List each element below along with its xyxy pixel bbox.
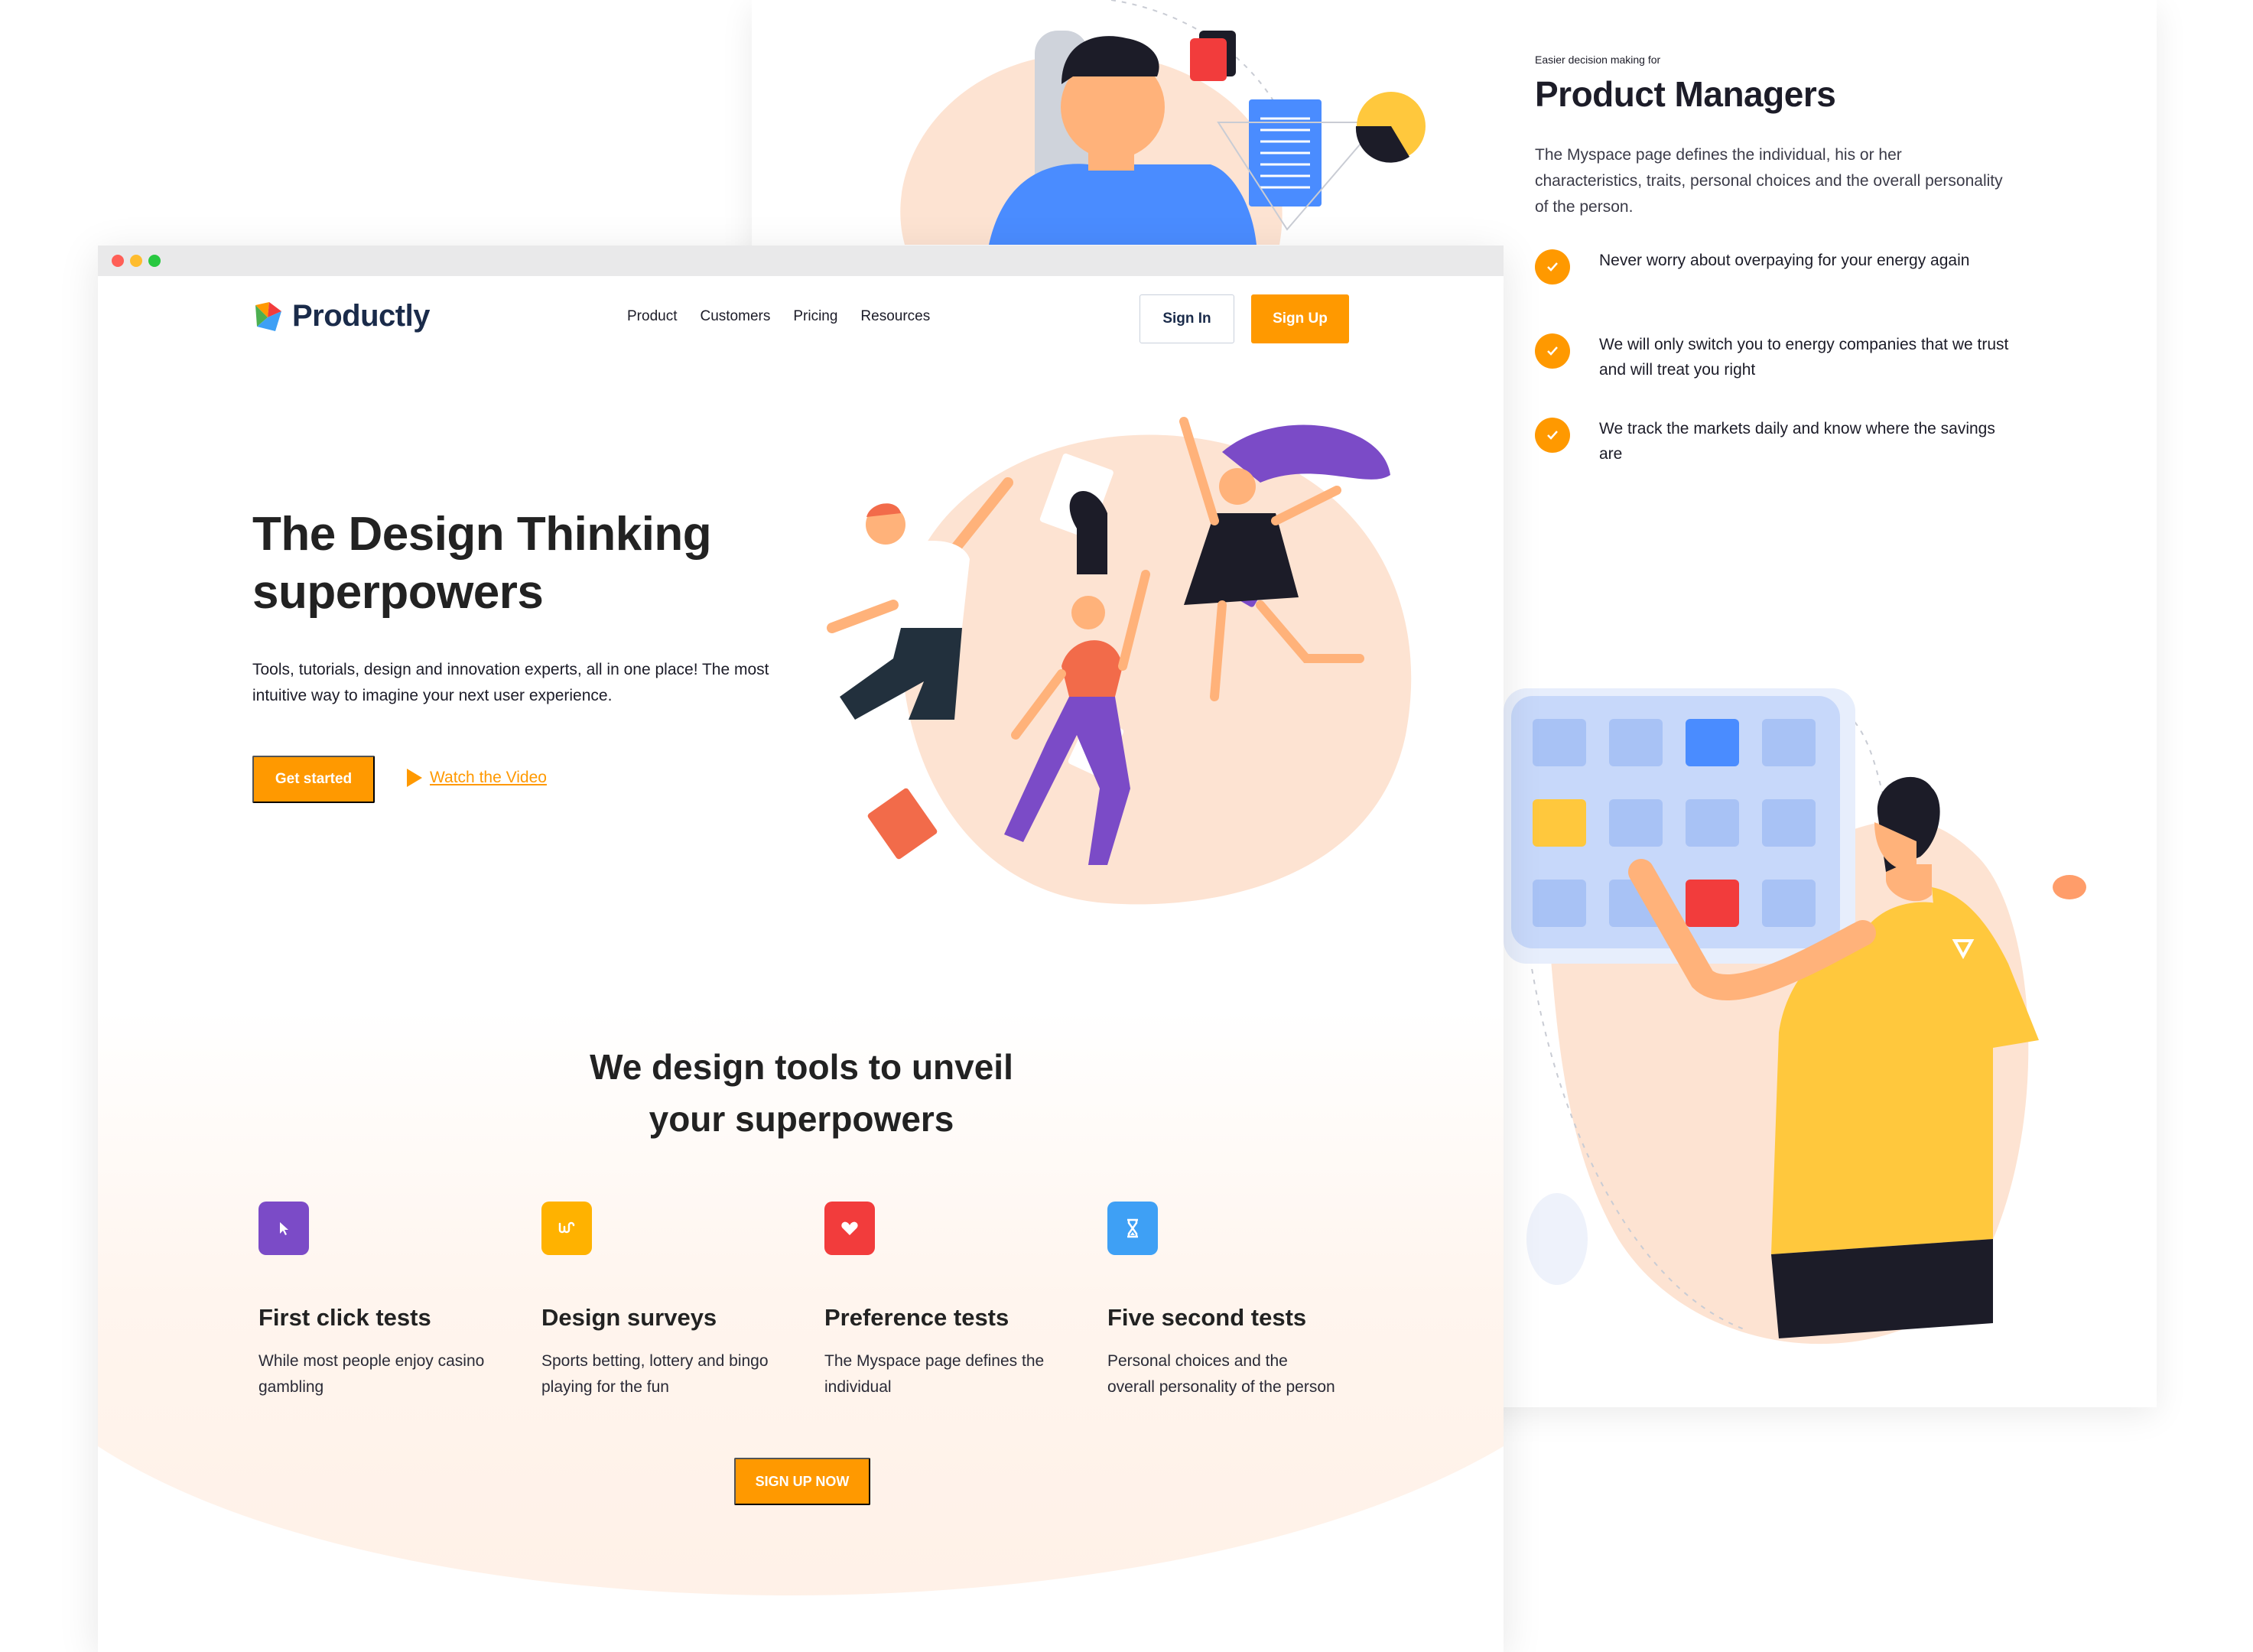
feature-preference-tests: Preference tests The Myspace page define… (824, 1202, 1107, 1400)
survey-icon (541, 1202, 592, 1255)
heart-icon (824, 1202, 875, 1255)
dashboard-person-illustration (1504, 688, 2086, 1345)
feature-description: Personal choices and the overall persona… (1107, 1352, 1335, 1396)
pm-eyebrow: Easier decision making for (1535, 54, 1661, 66)
feature-five-second-tests: Five second tests Personal choices and t… (1107, 1202, 1390, 1400)
feature-description: Sports betting, lottery and bingo playin… (541, 1352, 769, 1396)
hero-title: The Design Thinking superpowers (252, 508, 712, 619)
pm-description: The Myspace page defines the individual,… (1535, 146, 2003, 216)
feature-description: The Myspace page defines the individual (824, 1352, 1045, 1396)
section-title: We design tools to unveil your superpowe… (590, 1047, 1013, 1139)
watch-video-label: Watch the Video (430, 769, 547, 786)
pm-title: Product Managers (1535, 74, 1836, 114)
minimize-window-dot[interactable] (130, 255, 142, 267)
check-icon (1535, 418, 1570, 453)
feature-design-surveys: Design surveys Sports betting, lottery a… (541, 1202, 824, 1400)
brand-name: Productly (292, 299, 430, 333)
sign-up-button[interactable]: Sign Up (1251, 294, 1349, 343)
product-managers-text: Easier decision making for Product Manag… (1535, 54, 2009, 500)
features-row: First click tests While most people enjo… (258, 1202, 1406, 1400)
watch-video-link[interactable]: Watch the Video (405, 767, 547, 789)
window-titlebar (98, 246, 1504, 276)
list-item: We will only switch you to energy compan… (1535, 332, 2009, 385)
nav-link-product[interactable]: Product (627, 308, 677, 325)
pm-benefit-list: Never worry about overpaying for your en… (1535, 248, 2009, 470)
hero-subtitle: Tools, tutorials, design and innovation … (252, 661, 769, 704)
brand-logo[interactable]: Productly (252, 299, 430, 333)
nav-link-pricing[interactable]: Pricing (793, 308, 837, 325)
sign-in-button[interactable]: Sign In (1140, 294, 1234, 343)
play-icon (407, 769, 422, 787)
nav-link-customers[interactable]: Customers (700, 308, 770, 325)
feature-title: Design surveys (541, 1304, 717, 1331)
check-icon (1535, 249, 1570, 285)
top-navigation: Productly Product Customers Pricing Reso… (98, 276, 1504, 360)
jumping-people-illustration (827, 417, 1412, 905)
sign-up-now-button[interactable]: SIGN UP NOW (734, 1458, 870, 1505)
feature-description: While most people enjoy casino gambling (258, 1352, 485, 1396)
browser-window: Productly Product Customers Pricing Reso… (98, 246, 1504, 1652)
hourglass-icon (1107, 1202, 1158, 1255)
productly-logo-icon (255, 301, 281, 331)
maximize-window-dot[interactable] (148, 255, 161, 267)
list-item: Never worry about overpaying for your en… (1535, 248, 2009, 301)
nav-links: Product Customers Pricing Resources (627, 308, 930, 325)
get-started-button[interactable]: Get started (252, 756, 375, 803)
nav-link-resources[interactable]: Resources (860, 308, 930, 325)
manager-illustration (900, 0, 1426, 245)
list-item: We track the markets daily and know wher… (1535, 416, 2009, 470)
close-window-dot[interactable] (112, 255, 124, 267)
feature-title: First click tests (258, 1304, 431, 1331)
cursor-icon (258, 1202, 309, 1255)
feature-title: Preference tests (824, 1304, 1009, 1331)
check-icon (1535, 333, 1570, 369)
feature-first-click: First click tests While most people enjo… (258, 1202, 541, 1400)
feature-title: Five second tests (1107, 1304, 1307, 1331)
